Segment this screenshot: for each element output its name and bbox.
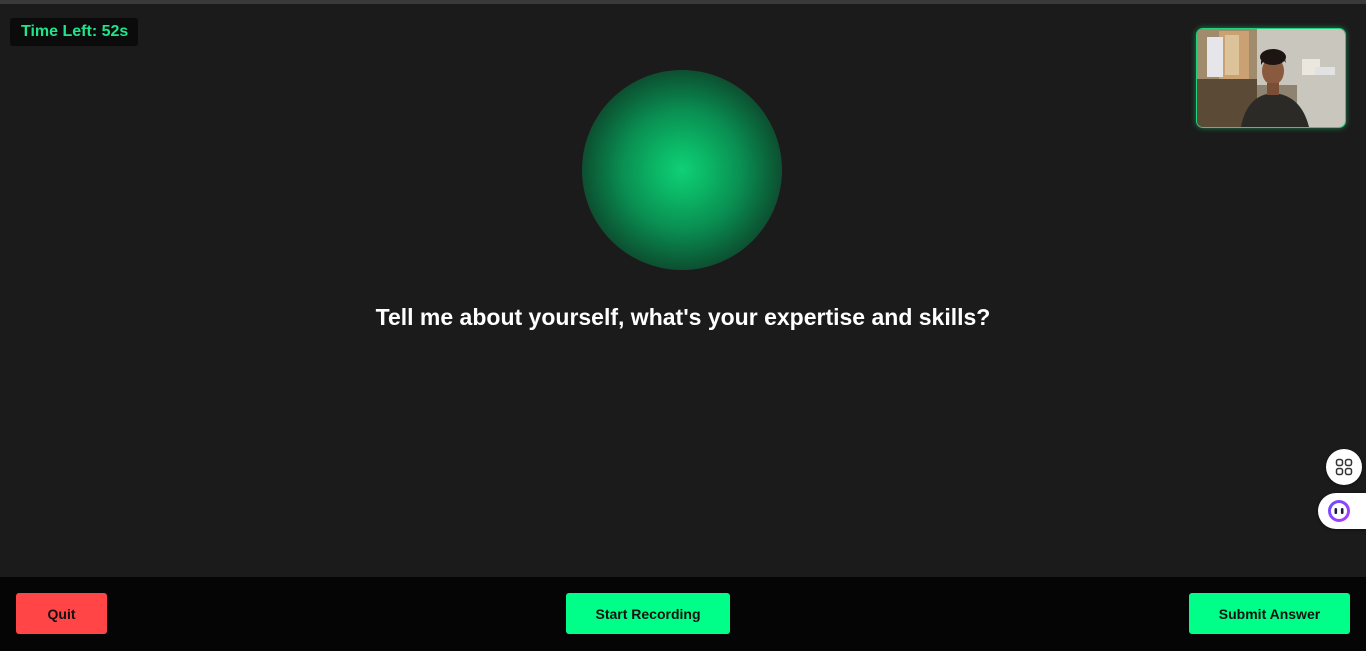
assistant-face-icon: [1328, 500, 1350, 522]
interview-question: Tell me about yourself, what's your expe…: [0, 303, 1366, 331]
apps-grid-icon: [1335, 458, 1353, 476]
time-left-badge: Time Left: 52s: [10, 18, 139, 46]
interview-stage: Time Left: 52s Tell me about yourself, w…: [0, 4, 1366, 577]
action-bar: Quit Start Recording Submit Answer: [0, 577, 1366, 651]
webcam-feed-image: [1197, 29, 1345, 127]
apps-widget-button[interactable]: [1326, 449, 1362, 485]
quit-button[interactable]: Quit: [16, 593, 107, 634]
time-left-text: Time Left: 52s: [21, 23, 129, 40]
webcam-preview: [1196, 28, 1346, 128]
question-text: Tell me about yourself, what's your expe…: [375, 304, 991, 330]
assistant-widget-button[interactable]: [1318, 493, 1366, 529]
ai-voice-orb: [582, 70, 782, 270]
start-recording-button[interactable]: Start Recording: [566, 593, 730, 634]
submit-answer-button[interactable]: Submit Answer: [1189, 593, 1350, 634]
